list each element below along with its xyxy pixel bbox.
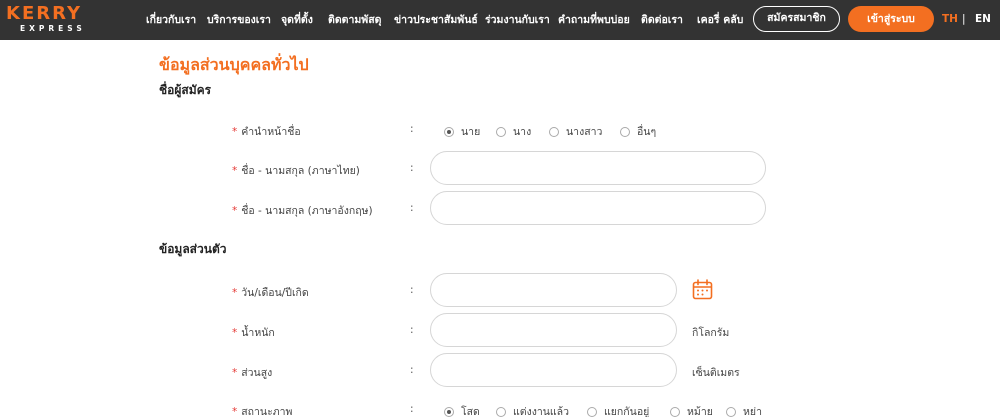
weight-unit: กิโลกรัม bbox=[692, 327, 730, 339]
required-mark: * bbox=[232, 287, 238, 299]
register-button[interactable]: สมัครสมาชิก bbox=[753, 6, 840, 32]
required-mark: * bbox=[232, 126, 238, 138]
dob-label-text: วัน/เดือน/ปีเกิด bbox=[241, 287, 309, 299]
calendar-icon[interactable] bbox=[692, 279, 713, 300]
weight-input[interactable] bbox=[430, 313, 677, 347]
radio-prefix-mrs[interactable]: นาง bbox=[496, 123, 531, 140]
nav-item-locations[interactable]: จุดที่ตั้ง bbox=[281, 13, 313, 27]
radio-status-married[interactable]: แต่งงานแล้ว bbox=[496, 403, 569, 417]
nav-item-tracking[interactable]: ติดตามพัสดุ bbox=[328, 13, 381, 27]
radio-status-widowed-dot[interactable] bbox=[670, 406, 680, 417]
nav-item-news[interactable]: ข่าวประชาสัมพันธ์ bbox=[394, 13, 478, 27]
radio-status-separated-label: แยกกันอยู่ bbox=[604, 406, 650, 417]
marital-status-colon: : bbox=[410, 403, 414, 415]
radio-prefix-mr-dot[interactable] bbox=[444, 126, 454, 137]
language-th-link[interactable]: TH bbox=[942, 13, 958, 25]
dob-colon: : bbox=[410, 284, 414, 296]
required-mark: * bbox=[232, 205, 238, 217]
language-separator: | bbox=[962, 13, 966, 25]
nav-item-careers[interactable]: ร่วมงานกับเรา bbox=[485, 13, 550, 27]
marital-status-label-text: สถานะภาพ bbox=[241, 406, 293, 417]
nav-item-kerry-club[interactable]: เคอรี่ คลับ bbox=[697, 13, 743, 27]
radio-status-single-label: โสด bbox=[461, 406, 480, 417]
height-colon: : bbox=[410, 364, 414, 376]
nav-item-services[interactable]: บริการของเรา bbox=[207, 13, 271, 27]
radio-prefix-other[interactable]: อื่นๆ bbox=[620, 123, 656, 140]
height-unit: เซ็นติเมตร bbox=[692, 367, 740, 379]
name-prefix-colon: : bbox=[410, 123, 414, 135]
section-title-applicant-name: ชื่อผู้สมัคร bbox=[159, 83, 212, 97]
page-title: ข้อมูลส่วนบุคคลทั่วไป bbox=[159, 55, 309, 74]
height-input[interactable] bbox=[430, 353, 677, 387]
radio-prefix-miss[interactable]: นางสาว bbox=[549, 123, 602, 140]
name-thai-input[interactable] bbox=[430, 151, 766, 185]
radio-prefix-miss-label: นางสาว bbox=[566, 126, 603, 138]
weight-label: * น้ำหนัก bbox=[232, 324, 275, 341]
radio-prefix-miss-dot[interactable] bbox=[549, 126, 559, 137]
logo-main-text: KERRY bbox=[6, 3, 83, 24]
kerry-express-logo[interactable]: KERRY EXPRESS bbox=[6, 4, 110, 34]
height-label-text: ส่วนสูง bbox=[241, 367, 273, 379]
name-english-colon: : bbox=[410, 202, 414, 214]
name-english-input[interactable] bbox=[430, 191, 766, 225]
nav-item-about[interactable]: เกี่ยวกับเรา bbox=[146, 13, 196, 27]
radio-status-separated-dot[interactable] bbox=[587, 406, 597, 417]
radio-status-divorced-dot[interactable] bbox=[726, 406, 736, 417]
radio-status-widowed-label: หม้าย bbox=[687, 406, 713, 417]
radio-prefix-mr[interactable]: นาย bbox=[444, 123, 480, 140]
radio-prefix-other-dot[interactable] bbox=[620, 126, 630, 137]
required-mark: * bbox=[232, 327, 238, 339]
dob-label: * วัน/เดือน/ปีเกิด bbox=[232, 284, 309, 301]
radio-status-divorced[interactable]: หย่า bbox=[726, 403, 762, 417]
radio-prefix-other-label: อื่นๆ bbox=[637, 126, 657, 138]
section-title-personal-info: ข้อมูลส่วนตัว bbox=[159, 242, 227, 256]
dob-input[interactable] bbox=[430, 273, 677, 307]
radio-prefix-mrs-dot[interactable] bbox=[496, 126, 506, 137]
height-label: * ส่วนสูง bbox=[232, 364, 272, 381]
radio-status-single-dot[interactable] bbox=[444, 406, 454, 417]
login-button[interactable]: เข้าสู่ระบบ bbox=[848, 6, 934, 32]
nav-item-faq[interactable]: คำถามที่พบบ่อย bbox=[558, 13, 630, 27]
radio-status-married-dot[interactable] bbox=[496, 406, 506, 417]
top-navigation-bar: KERRY EXPRESS เกี่ยวกับเรา บริการของเรา … bbox=[0, 0, 1000, 40]
radio-status-married-label: แต่งงานแล้ว bbox=[513, 406, 570, 417]
name-thai-colon: : bbox=[410, 162, 414, 174]
weight-colon: : bbox=[410, 324, 414, 336]
radio-status-divorced-label: หย่า bbox=[743, 406, 762, 417]
nav-item-contact[interactable]: ติดต่อเรา bbox=[641, 13, 683, 27]
radio-prefix-mrs-label: นาง bbox=[513, 126, 532, 138]
name-english-label-text: ชื่อ - นามสกุล (ภาษาอังกฤษ) bbox=[241, 205, 373, 217]
name-thai-label-text: ชื่อ - นามสกุล (ภาษาไทย) bbox=[241, 165, 360, 177]
logo-sub-text: EXPRESS bbox=[20, 24, 86, 33]
radio-status-widowed[interactable]: หม้าย bbox=[670, 403, 713, 417]
weight-label-text: น้ำหนัก bbox=[241, 327, 275, 339]
language-en-link[interactable]: EN bbox=[975, 13, 991, 25]
name-thai-label: * ชื่อ - นามสกุล (ภาษาไทย) bbox=[232, 162, 360, 179]
required-mark: * bbox=[232, 165, 238, 177]
radio-prefix-mr-label: นาย bbox=[461, 126, 481, 138]
required-mark: * bbox=[232, 406, 238, 417]
name-prefix-label: * คำนำหน้าชื่อ bbox=[232, 123, 301, 140]
name-prefix-label-text: คำนำหน้าชื่อ bbox=[241, 126, 301, 138]
radio-status-separated[interactable]: แยกกันอยู่ bbox=[587, 403, 649, 417]
marital-status-label: * สถานะภาพ bbox=[232, 403, 292, 417]
required-mark: * bbox=[232, 367, 238, 379]
radio-status-single[interactable]: โสด bbox=[444, 403, 480, 417]
name-english-label: * ชื่อ - นามสกุล (ภาษาอังกฤษ) bbox=[232, 202, 373, 219]
